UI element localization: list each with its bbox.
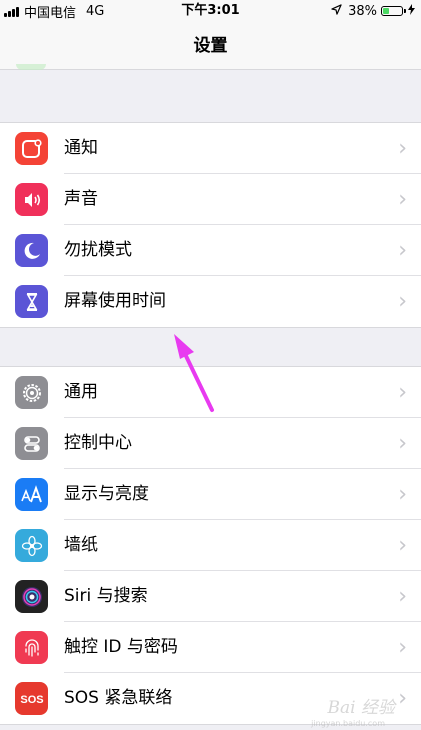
chevron-right-icon: › (398, 584, 407, 609)
navigation-bar: 设置 (0, 22, 421, 70)
gear-icon (15, 376, 48, 409)
settings-row-control-center[interactable]: 控制中心 › (0, 418, 421, 469)
notifications-icon (15, 132, 48, 165)
watermark-logo: Bai 经验 (327, 698, 395, 718)
settings-group-2: 通用 › 控制中心 › 显示与亮度 › 墙纸 › Siri 与搜索 › 触控 I… (0, 366, 421, 725)
battery-fill (383, 8, 389, 14)
chevron-right-icon: › (398, 136, 407, 161)
sos-icon: SOS (15, 682, 48, 715)
settings-row-label: SOS 紧急联络 (64, 688, 173, 708)
settings-row-label: 显示与亮度 (64, 484, 149, 504)
settings-row-label: Siri 与搜索 (64, 586, 148, 606)
pointer-arrow-icon (174, 334, 214, 412)
toggles-icon (15, 427, 48, 460)
flower-icon (15, 529, 48, 562)
settings-row-sounds[interactable]: 声音 › (0, 174, 421, 225)
settings-row-label: 控制中心 (64, 433, 132, 453)
settings-row-label: 屏幕使用时间 (64, 291, 166, 311)
chevron-right-icon: › (398, 380, 407, 405)
location-arrow-icon (331, 4, 342, 18)
moon-icon (15, 234, 48, 267)
page-title: 设置 (193, 36, 228, 56)
chevron-right-icon: › (398, 289, 407, 314)
settings-row-display-brightness[interactable]: 显示与亮度 › (0, 469, 421, 520)
chevron-right-icon: › (398, 635, 407, 660)
settings-row-siri-search[interactable]: Siri 与搜索 › (0, 571, 421, 622)
watermark-subtext: jingyan.baidu.com (311, 719, 385, 728)
siri-icon (15, 580, 48, 613)
status-right: 38% (331, 0, 415, 22)
scrolled-content-peek (16, 64, 46, 70)
chevron-right-icon: › (398, 238, 407, 263)
svg-text:SOS: SOS (20, 694, 43, 706)
settings-row-label: 通用 (64, 382, 98, 402)
sound-icon (15, 183, 48, 216)
fingerprint-icon (15, 631, 48, 664)
battery-icon (381, 6, 406, 16)
hourglass-icon (15, 285, 48, 318)
chevron-right-icon: › (398, 533, 407, 558)
chevron-right-icon: › (398, 482, 407, 507)
settings-row-touch-id-passcode[interactable]: 触控 ID 与密码 › (0, 622, 421, 673)
settings-row-do-not-disturb[interactable]: 勿扰模式 › (0, 225, 421, 276)
chevron-right-icon: › (398, 187, 407, 212)
settings-row-notifications[interactable]: 通知 › (0, 123, 421, 174)
text-size-icon (15, 478, 48, 511)
chevron-right-icon: › (398, 686, 407, 711)
battery-percent: 38% (348, 3, 377, 19)
settings-row-label: 声音 (64, 189, 98, 209)
settings-row-label: 通知 (64, 138, 98, 158)
settings-row-label: 墙纸 (64, 535, 98, 555)
settings-row-wallpaper[interactable]: 墙纸 › (0, 520, 421, 571)
settings-row-screen-time[interactable]: 屏幕使用时间 › (0, 276, 421, 327)
settings-row-label: 勿扰模式 (64, 240, 132, 260)
chevron-right-icon: › (398, 431, 407, 456)
settings-row-label: 触控 ID 与密码 (64, 637, 178, 657)
status-bar: 中国电信 4G 下午3:01 38% (0, 0, 421, 22)
bolt-icon (408, 4, 415, 18)
settings-group-1: 通知 › 声音 › 勿扰模式 › 屏幕使用时间 › (0, 122, 421, 328)
